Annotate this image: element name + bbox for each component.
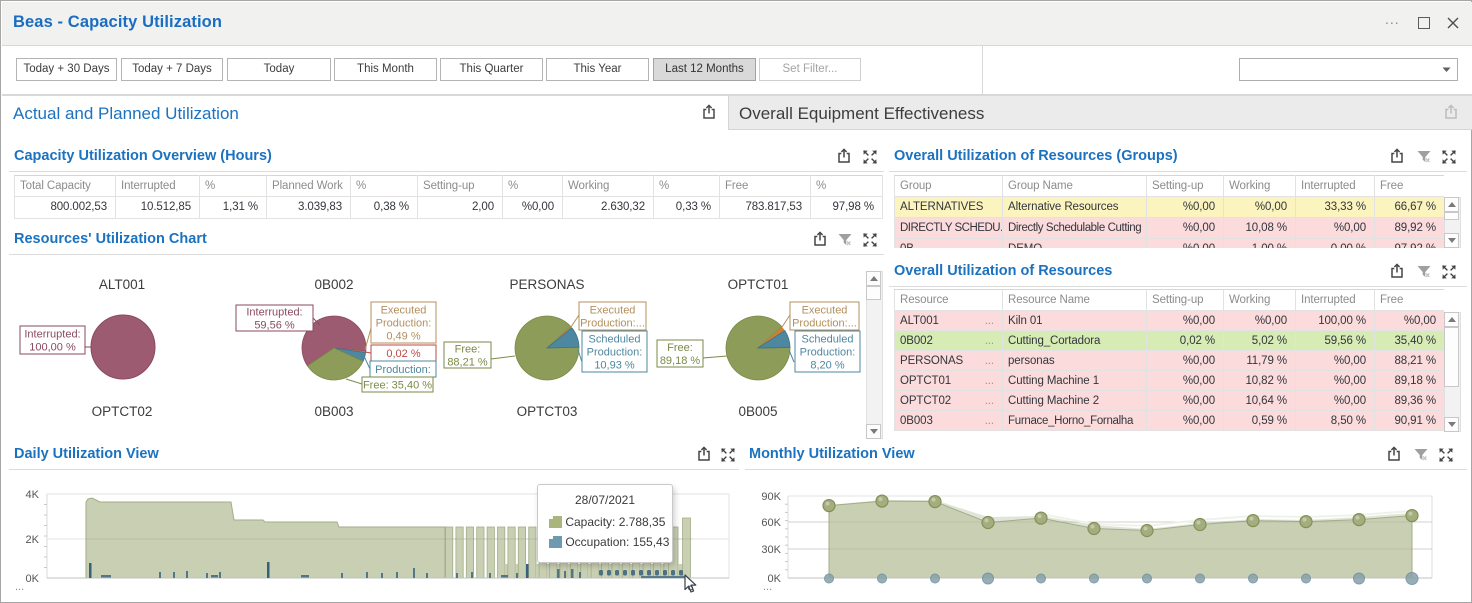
svg-text:Interrupted:: Interrupted: <box>246 306 302 318</box>
svg-text:0B002: 0B002 <box>314 277 353 292</box>
svg-text:0B005: 0B005 <box>738 404 777 419</box>
svg-text:100,00 %: 100,00 % <box>29 341 76 353</box>
svg-text:ALT001: ALT001 <box>99 277 145 292</box>
svg-text:30K: 30K <box>761 544 781 556</box>
svg-text:4K: 4K <box>26 489 40 501</box>
svg-text:Free:: Free: <box>455 343 481 355</box>
svg-text:60K: 60K <box>761 517 781 529</box>
svg-text:Executed: Executed <box>590 304 636 316</box>
svg-text:0K: 0K <box>26 573 40 585</box>
svg-text:Scheduled: Scheduled <box>589 333 641 345</box>
svg-text:0B003: 0B003 <box>314 404 353 419</box>
svg-text:8,20 %: 8,20 % <box>810 359 844 371</box>
svg-text:89,18 %: 89,18 % <box>660 355 701 367</box>
svg-text:10,93 %: 10,93 % <box>594 359 635 371</box>
svg-text:OPTCT03: OPTCT03 <box>517 404 578 419</box>
svg-text:Free: 35,40 %: Free: 35,40 % <box>363 379 432 391</box>
svg-text:PERSONAS: PERSONAS <box>509 277 584 292</box>
svg-text:OPTCT02: OPTCT02 <box>92 404 153 419</box>
svg-text:OPTCT01: OPTCT01 <box>728 277 789 292</box>
svg-text:90K: 90K <box>761 491 781 503</box>
svg-text:Production:: Production: <box>800 346 856 358</box>
svg-text:Production:...: Production:... <box>792 317 857 329</box>
svg-text:Production:: Production: <box>375 364 431 376</box>
svg-text:Executed: Executed <box>802 304 848 316</box>
svg-text:2K: 2K <box>26 534 40 546</box>
svg-text:Scheduled: Scheduled <box>802 333 854 345</box>
svg-text:0,49 %: 0,49 % <box>386 330 420 342</box>
svg-text:Free:: Free: <box>667 342 693 354</box>
svg-text:Production:: Production: <box>376 317 432 329</box>
svg-text:Production:...: Production:... <box>580 317 645 329</box>
svg-text:Production:: Production: <box>587 346 643 358</box>
svg-text:Interrupted:: Interrupted: <box>24 328 80 340</box>
svg-text:0,02 %: 0,02 % <box>386 348 420 360</box>
svg-text:88,21 %: 88,21 % <box>447 356 488 368</box>
svg-text:Executed: Executed <box>381 304 427 316</box>
svg-text:59,56 %: 59,56 % <box>254 319 295 331</box>
